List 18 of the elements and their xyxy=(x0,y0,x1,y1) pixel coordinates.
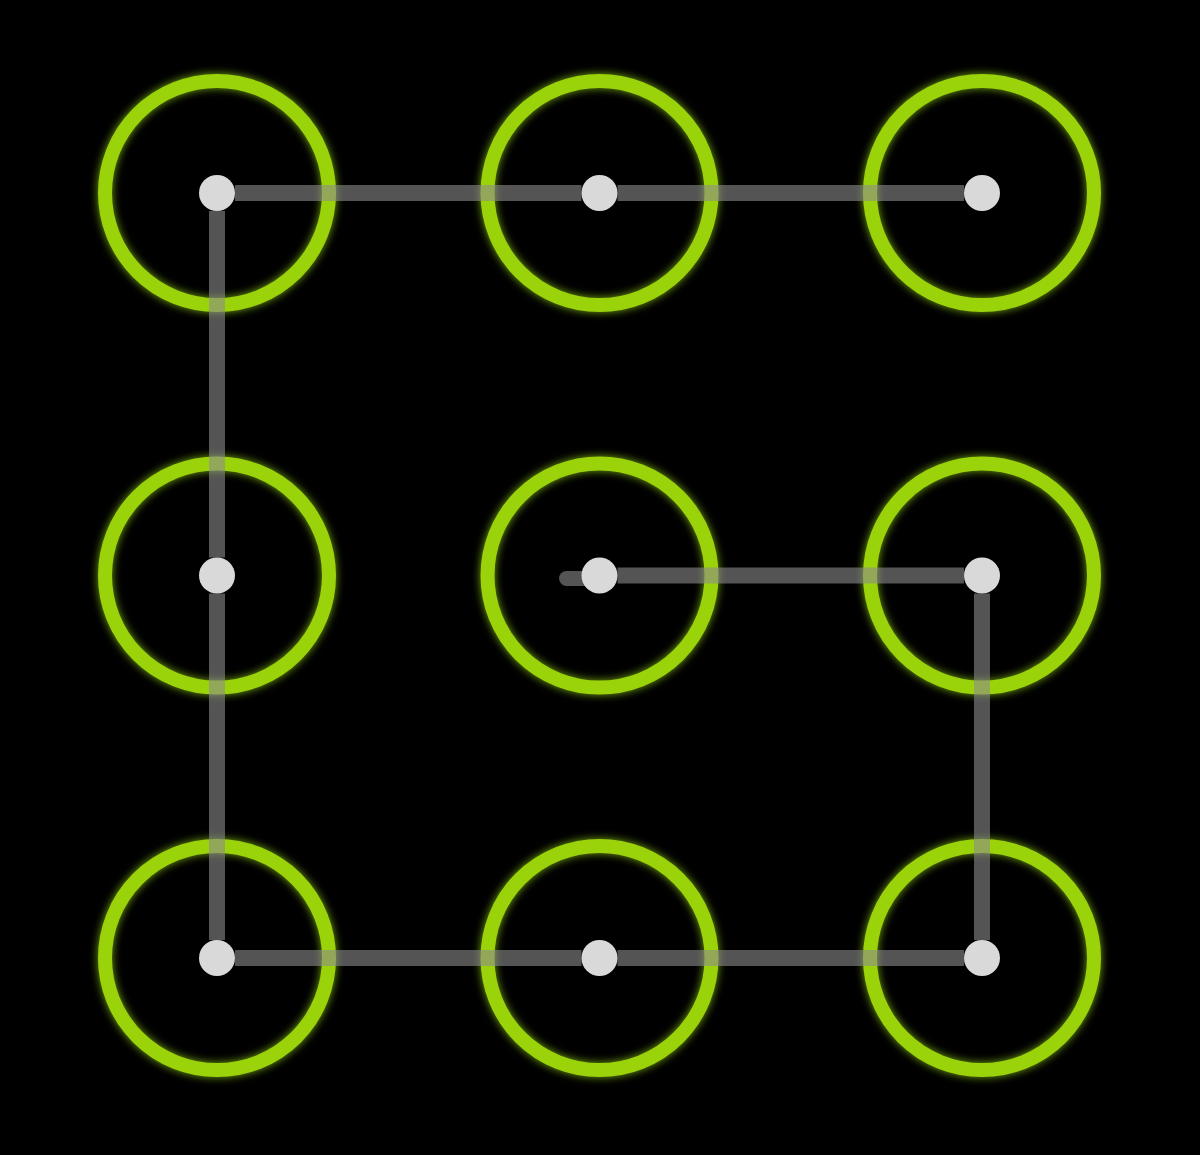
pattern-node[interactable] xyxy=(480,74,719,312)
node-dot-icon xyxy=(581,175,618,211)
node-dot-icon xyxy=(581,557,618,594)
node-dot-icon xyxy=(199,557,235,594)
pattern-node[interactable] xyxy=(98,74,336,312)
pattern-node[interactable] xyxy=(98,839,336,1077)
node-dot-icon xyxy=(964,557,1000,594)
pattern-node[interactable] xyxy=(98,456,336,695)
node-dot-icon xyxy=(199,175,235,211)
node-dot-icon xyxy=(964,940,1000,976)
node-dot-icon xyxy=(964,175,1000,211)
pattern-node[interactable] xyxy=(863,456,1101,695)
pattern-node[interactable] xyxy=(480,839,719,1077)
pattern-node[interactable] xyxy=(863,839,1101,1077)
pattern-node[interactable] xyxy=(480,456,719,695)
node-dot-icon xyxy=(581,940,618,976)
pattern-node[interactable] xyxy=(863,74,1101,312)
node-dot-icon xyxy=(199,940,235,976)
